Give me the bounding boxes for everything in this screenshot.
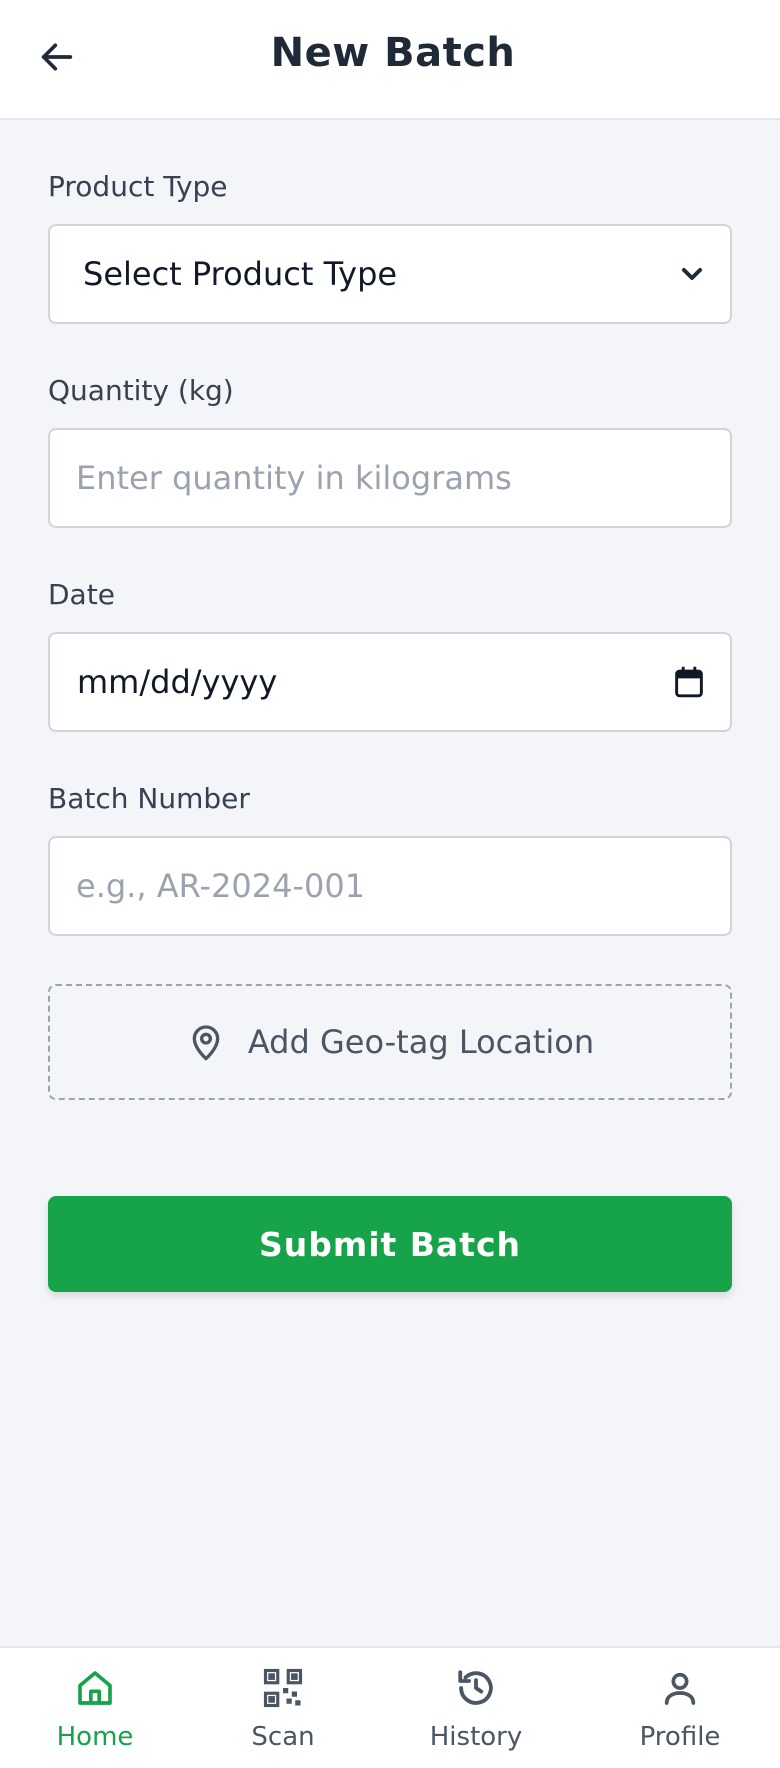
nav-item-home[interactable]: Home — [50, 1648, 140, 1768]
nav-item-profile[interactable]: Profile — [630, 1648, 730, 1768]
quantity-placeholder: Enter quantity in kilograms — [76, 459, 512, 497]
batch-number-label: Batch Number — [48, 782, 250, 815]
home-icon — [73, 1666, 117, 1710]
add-geotag-button[interactable]: Add Geo-tag Location — [48, 984, 732, 1100]
product-type-selected-value: Select Product Type — [83, 255, 398, 293]
calendar-icon[interactable] — [674, 666, 704, 698]
add-geotag-label: Add Geo-tag Location — [247, 1023, 595, 1061]
submit-batch-button[interactable]: Submit Batch — [48, 1196, 732, 1292]
chevron-down-icon — [682, 268, 702, 280]
app-header: New Batch — [0, 0, 780, 120]
date-input[interactable]: mm/dd/yyyy — [48, 632, 732, 732]
batch-number-input[interactable]: e.g., AR-2024-001 — [48, 836, 732, 936]
bottom-nav: Home Scan History Profile — [0, 1646, 780, 1768]
product-type-label: Product Type — [48, 170, 228, 203]
user-icon — [658, 1666, 702, 1710]
map-pin-icon — [192, 1025, 220, 1061]
batch-number-placeholder: e.g., AR-2024-001 — [76, 867, 366, 905]
date-label: Date — [48, 578, 115, 611]
history-icon — [454, 1666, 498, 1710]
product-type-select[interactable]: Select Product Type — [48, 224, 732, 324]
nav-item-scan[interactable]: Scan — [238, 1648, 328, 1768]
nav-item-history[interactable]: History — [420, 1648, 532, 1768]
nav-label-profile: Profile — [639, 1722, 721, 1752]
page-title: New Batch — [270, 30, 516, 76]
nav-label-scan: Scan — [251, 1722, 315, 1752]
nav-label-home: Home — [56, 1722, 134, 1752]
qr-scan-icon — [261, 1666, 305, 1710]
nav-label-history: History — [429, 1722, 523, 1752]
quantity-input[interactable]: Enter quantity in kilograms — [48, 428, 732, 528]
quantity-label: Quantity (kg) — [48, 374, 234, 407]
date-value: mm/dd/yyyy — [77, 663, 278, 701]
